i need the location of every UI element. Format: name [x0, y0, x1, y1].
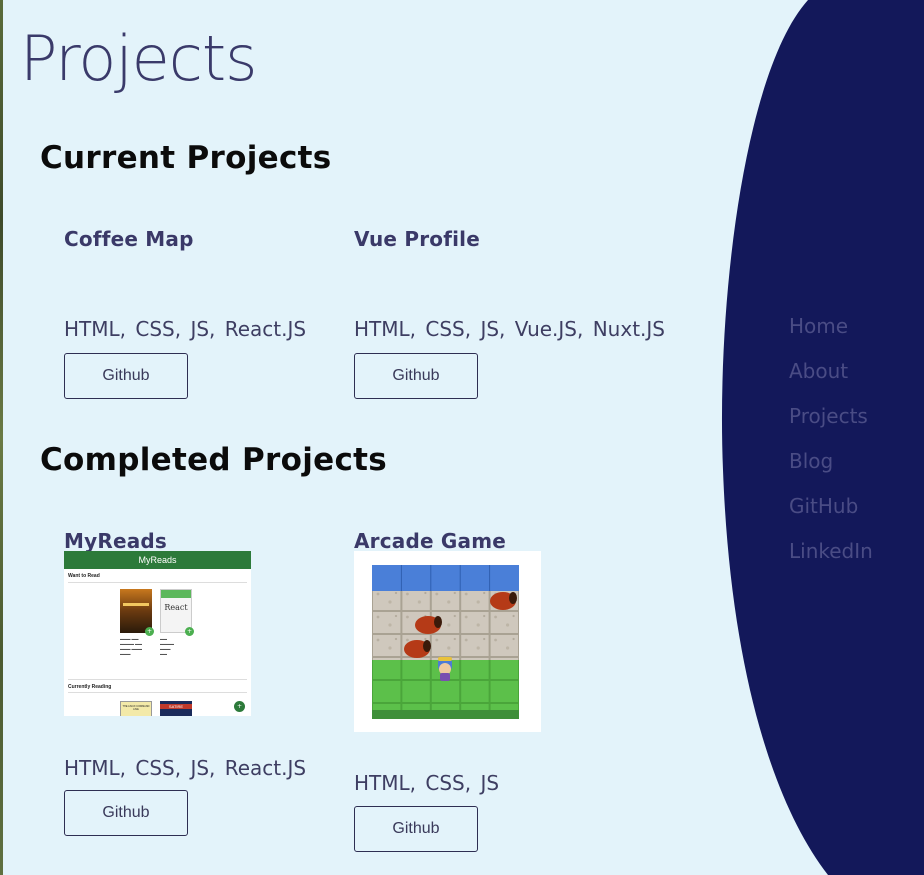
nav-item-github[interactable]: GitHub — [789, 494, 873, 539]
nav-panel-background — [721, 0, 924, 875]
nav-item-about[interactable]: About — [789, 359, 873, 404]
nav-item-blog[interactable]: Blog — [789, 449, 873, 494]
nav-item-linkedin[interactable]: LinkedIn — [789, 539, 873, 584]
nav-item-projects[interactable]: Projects — [789, 404, 873, 449]
nav-item-home[interactable]: Home — [789, 314, 873, 359]
main-nav: Home About Projects Blog GitHub LinkedIn — [789, 314, 873, 584]
